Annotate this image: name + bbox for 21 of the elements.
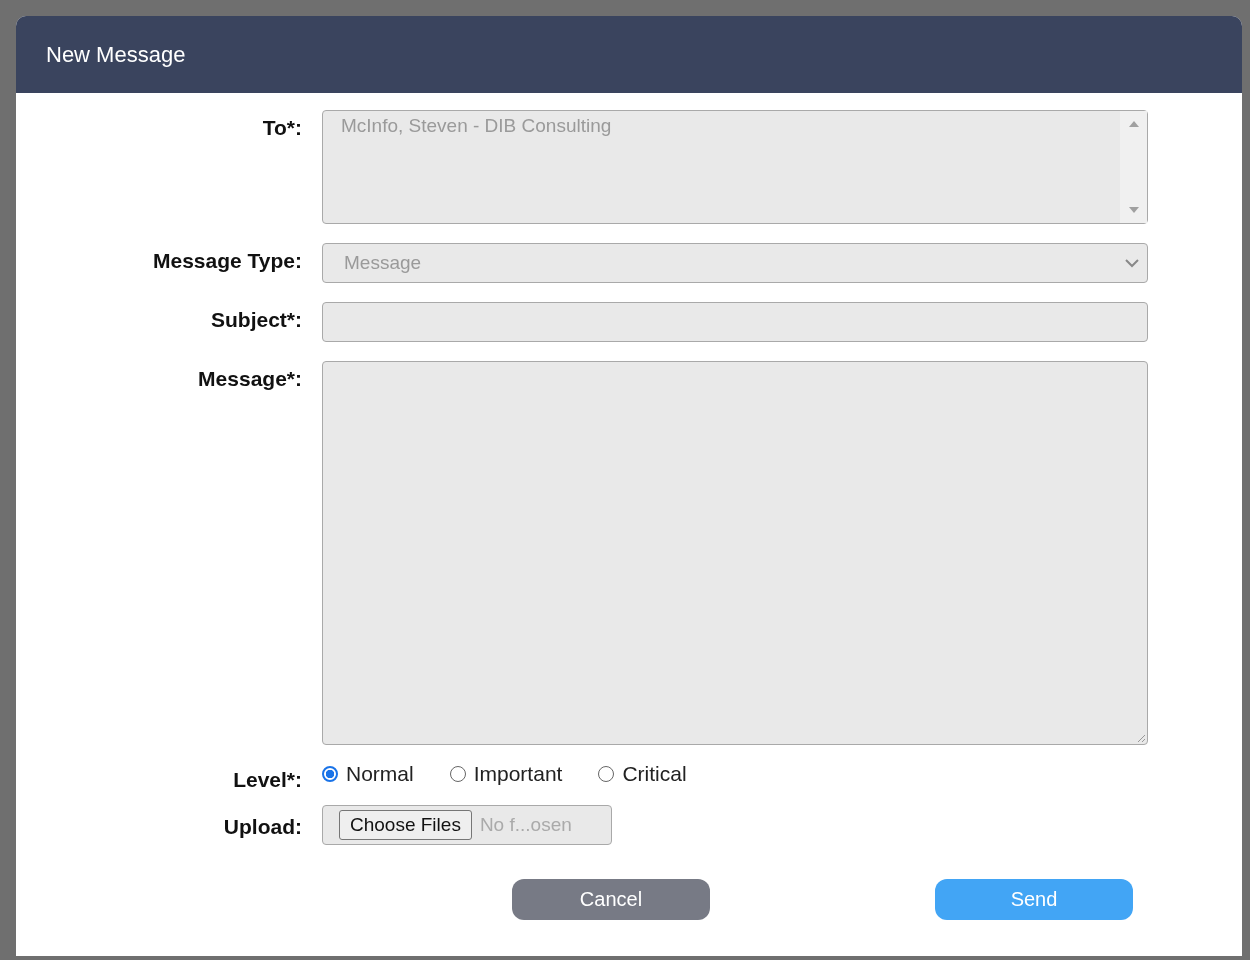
file-status: No f...osen	[479, 814, 572, 836]
level-radio[interactable]: Important	[449, 762, 563, 786]
scroll-down-icon[interactable]	[1128, 207, 1139, 213]
level-radio[interactable]: Normal	[322, 762, 414, 786]
cancel-button[interactable]: Cancel	[512, 879, 710, 920]
level-radio[interactable]: Critical	[598, 762, 687, 786]
field-label: To*:	[261, 115, 302, 141]
scrollbar[interactable]	[1120, 111, 1147, 223]
file-upload-field[interactable]: Choose Files No f...osen	[322, 805, 612, 845]
field-label: Upload:	[222, 814, 302, 840]
subject-field[interactable]	[322, 302, 1148, 342]
message-field[interactable]	[322, 361, 1148, 745]
field-label: Message Type:	[152, 248, 302, 274]
field-label: Message*:	[197, 366, 302, 392]
dialog-title: New Message	[46, 41, 186, 68]
scroll-up-icon[interactable]	[1128, 121, 1139, 127]
resize-grip-icon[interactable]	[1136, 733, 1146, 743]
chevron-down-icon	[1125, 258, 1139, 268]
field-label: Level*:	[232, 767, 302, 792]
field-label: Subject*:	[210, 307, 302, 333]
choose-files-button[interactable]: Choose Files	[339, 810, 472, 840]
